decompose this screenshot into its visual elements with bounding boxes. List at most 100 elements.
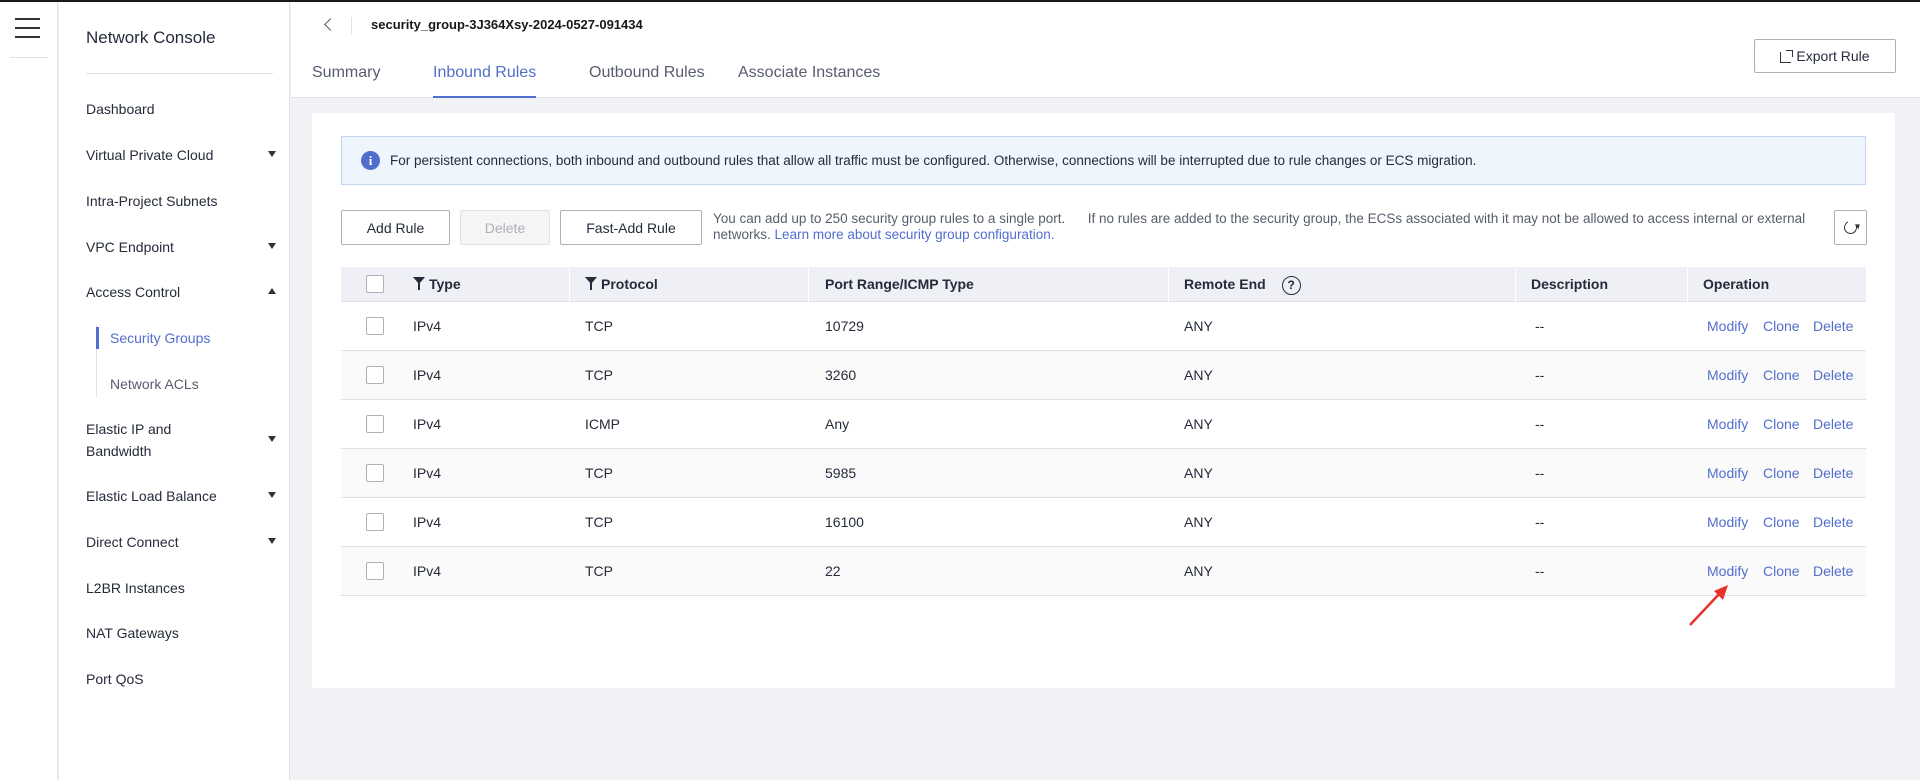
cell-type: IPv4 — [413, 514, 442, 530]
caret-up-icon — [268, 288, 276, 294]
cell-description: -- — [1535, 465, 1545, 481]
toolbar-tip: You can add up to 250 security group rul… — [713, 211, 1818, 243]
content-card: i For persistent connections, both inbou… — [312, 113, 1895, 688]
notice-text: For persistent connections, both inbound… — [390, 153, 1477, 168]
sidebar-item-access-control[interactable]: Access Control — [86, 281, 276, 303]
cell-port: 10729 — [825, 318, 864, 334]
row-checkbox[interactable] — [366, 513, 384, 531]
column-remote-end: Remote End? — [1184, 267, 1301, 302]
delete-link[interactable]: Delete — [1813, 449, 1853, 498]
sidebar-item-port-qos[interactable]: Port QoS — [86, 668, 276, 690]
cell-protocol: TCP — [585, 563, 613, 579]
menu-icon[interactable] — [15, 18, 40, 40]
modify-link[interactable]: Modify — [1707, 302, 1748, 351]
column-label: Type — [429, 276, 461, 292]
page-title: security_group-3J364Xsy-2024-0527-091434 — [371, 17, 643, 32]
refresh-button[interactable] — [1834, 210, 1867, 245]
sidebar-item-vpc-endpoint[interactable]: VPC Endpoint — [86, 236, 276, 258]
column-operation: Operation — [1703, 276, 1770, 292]
global-rail — [0, 2, 58, 780]
cell-remote: ANY — [1184, 416, 1213, 432]
row-checkbox[interactable] — [366, 464, 384, 482]
sidebar-title: Network Console — [86, 28, 216, 47]
header-separator — [351, 17, 352, 35]
cell-description: -- — [1535, 416, 1545, 432]
export-rule-label: Export Rule — [1796, 48, 1870, 64]
delete-link[interactable]: Delete — [1813, 400, 1853, 449]
table-row: IPv4 TCP 5985 ANY -- Modify Clone Delete — [341, 449, 1866, 498]
table-row: IPv4 TCP 16100 ANY -- Modify Clone Delet… — [341, 498, 1866, 547]
cell-type: IPv4 — [413, 318, 442, 334]
back-icon[interactable] — [322, 16, 336, 34]
delete-link[interactable]: Delete — [1813, 351, 1853, 400]
cell-type: IPv4 — [413, 416, 442, 432]
sidebar-divider — [86, 73, 273, 74]
notice-banner: i For persistent connections, both inbou… — [341, 136, 1866, 185]
column-port-range: Port Range/ICMP Type — [825, 276, 974, 292]
row-checkbox[interactable] — [366, 317, 384, 335]
modify-link[interactable]: Modify — [1707, 351, 1748, 400]
column-description: Description — [1531, 276, 1609, 292]
cell-port: 16100 — [825, 514, 864, 530]
table-row: IPv4 TCP 22 ANY -- Modify Clone Delete — [341, 547, 1866, 596]
add-rule-button[interactable]: Add Rule — [341, 210, 450, 245]
table-row: IPv4 TCP 10729 ANY -- Modify Clone Delet… — [341, 302, 1866, 351]
select-all-checkbox[interactable] — [366, 275, 384, 293]
clone-link[interactable]: Clone — [1763, 498, 1800, 547]
delete-link[interactable]: Delete — [1813, 498, 1853, 547]
caret-down-icon — [268, 538, 276, 544]
annotation-arrow-icon — [1689, 585, 1728, 626]
sidebar-item-dashboard[interactable]: Dashboard — [86, 98, 276, 120]
caret-down-icon — [268, 243, 276, 249]
page-header: security_group-3J364Xsy-2024-0527-091434… — [291, 2, 1920, 98]
delete-link[interactable]: Delete — [1813, 547, 1853, 596]
modify-link[interactable]: Modify — [1707, 449, 1748, 498]
clone-link[interactable]: Clone — [1763, 400, 1800, 449]
sidebar-item-direct-connect[interactable]: Direct Connect — [86, 531, 276, 553]
table-row: IPv4 TCP 3260 ANY -- Modify Clone Delete — [341, 351, 1866, 400]
tab-associate-instances[interactable]: Associate Instances — [738, 64, 880, 98]
cell-port: 3260 — [825, 367, 857, 383]
modify-link[interactable]: Modify — [1707, 400, 1748, 449]
delete-link[interactable]: Delete — [1813, 302, 1853, 351]
sidebar-item-vpc[interactable]: Virtual Private Cloud — [86, 144, 276, 166]
row-checkbox[interactable] — [366, 366, 384, 384]
fast-add-rule-button[interactable]: Fast-Add Rule — [560, 210, 702, 245]
sidebar-item-elastic-load-balance[interactable]: Elastic Load Balance — [86, 485, 276, 507]
cell-port: 22 — [825, 563, 841, 579]
tab-summary[interactable]: Summary — [312, 64, 380, 98]
tab-outbound-rules[interactable]: Outbound Rules — [589, 64, 705, 98]
tab-inbound-rules[interactable]: Inbound Rules — [433, 64, 537, 98]
row-checkbox[interactable] — [366, 562, 384, 580]
column-label: Remote End — [1184, 276, 1266, 292]
cell-remote: ANY — [1184, 318, 1213, 334]
sidebar-subitem-network-acls[interactable]: Network ACLs — [110, 373, 199, 395]
filter-icon — [585, 277, 597, 290]
column-separator — [569, 267, 570, 302]
sidebar-item-nat-gateways[interactable]: NAT Gateways — [86, 622, 276, 644]
clone-link[interactable]: Clone — [1763, 302, 1800, 351]
column-protocol[interactable]: Protocol — [585, 267, 658, 302]
column-type[interactable]: Type — [413, 267, 461, 302]
clone-link[interactable]: Clone — [1763, 351, 1800, 400]
cell-remote: ANY — [1184, 367, 1213, 383]
rules-table: Type Protocol Port Range/ICMP Type Remot… — [341, 267, 1866, 596]
sidebar-item-label: VPC Endpoint — [86, 239, 174, 255]
table-header: Type Protocol Port Range/ICMP Type Remot… — [341, 267, 1866, 302]
clone-link[interactable]: Clone — [1763, 547, 1800, 596]
row-checkbox[interactable] — [366, 415, 384, 433]
clone-link[interactable]: Clone — [1763, 449, 1800, 498]
sidebar-item-elastic-ip[interactable]: Elastic IP and Bandwidth — [86, 418, 276, 462]
sidebar-item-label: Elastic IP and — [86, 421, 172, 437]
sidebar-item-intra-project-subnets[interactable]: Intra-Project Subnets — [86, 190, 276, 212]
help-icon[interactable]: ? — [1281, 275, 1301, 295]
delete-button[interactable]: Delete — [460, 210, 550, 245]
learn-more-link[interactable]: Learn more about security group configur… — [775, 227, 1055, 242]
sidebar-item-label: Virtual Private Cloud — [86, 147, 214, 163]
modify-link[interactable]: Modify — [1707, 498, 1748, 547]
cell-remote: ANY — [1184, 514, 1213, 530]
sidebar-subitem-security-groups[interactable]: Security Groups — [110, 327, 210, 349]
sidebar-item-label: Elastic Load Balance — [86, 488, 217, 504]
export-rule-button[interactable]: Export Rule — [1754, 39, 1896, 73]
sidebar-item-l2br-instances[interactable]: L2BR Instances — [86, 577, 276, 599]
